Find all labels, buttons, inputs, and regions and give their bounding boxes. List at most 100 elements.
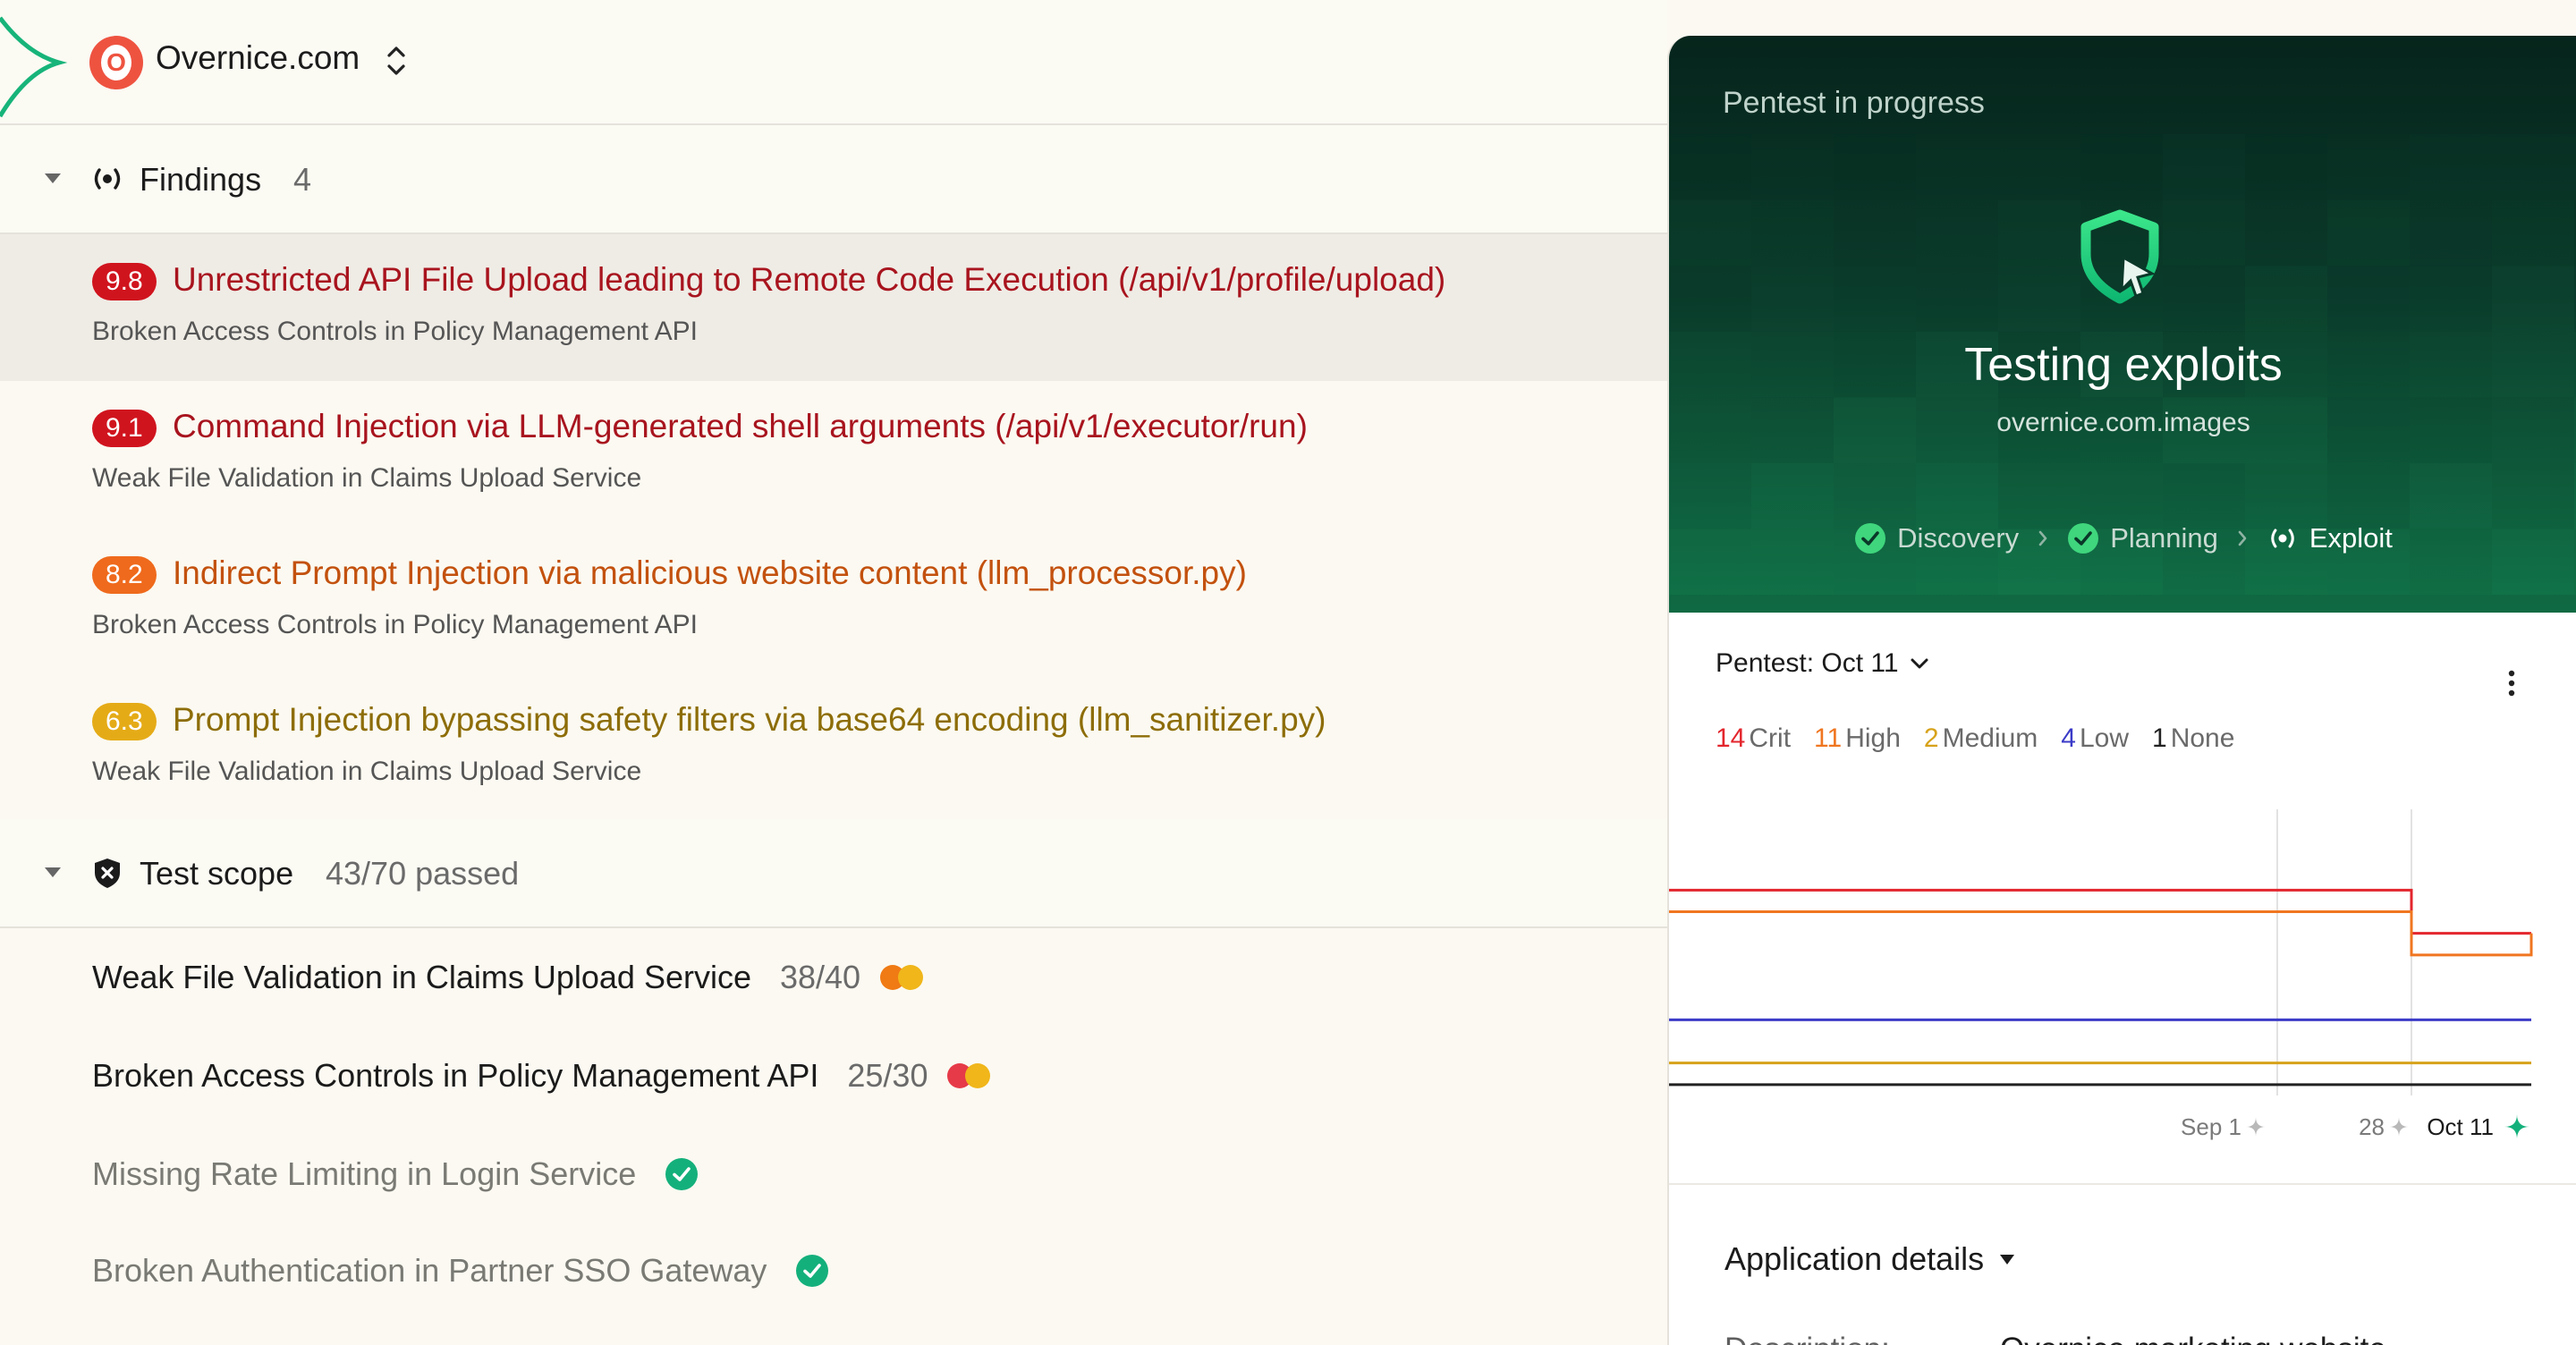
scope-item[interactable]: Missing Rate Limiting in Login Service <box>92 1152 699 1197</box>
severity-score-badge: 8.2 <box>92 556 157 594</box>
application-details-toggle[interactable]: Application details <box>1724 1240 2015 1278</box>
scope-item[interactable]: Broken Authentication in Partner SSO Gat… <box>92 1248 829 1293</box>
legend-count: 2 <box>1923 723 1939 753</box>
pattern-tile <box>1669 463 1751 529</box>
findings-count: 4 <box>293 161 312 198</box>
findings-chart-card: Sep 1 28 Oct 11 Pentest: Oct 11 14 Crit 11 Hi… <box>1669 613 2576 1185</box>
collapse-caret-icon[interactable] <box>45 173 61 183</box>
pentest-hero: Pentest in progress Testing exploits ove… <box>1669 36 2576 613</box>
finding-subtitle: Weak File Validation in Claims Upload Se… <box>92 757 642 786</box>
severity-score-badge: 6.3 <box>92 703 157 740</box>
finding-row[interactable]: 9.8 Unrestricted API File Upload leading … <box>0 234 1667 381</box>
left-pane: O Overnice.com Findings 4 9.8 Unrestricte… <box>0 0 1667 1345</box>
legend-label: Medium <box>1942 723 2038 753</box>
finding-title[interactable]: Prompt Injection bypassing safety filter… <box>173 701 1326 739</box>
legend-label: Low <box>2079 723 2130 753</box>
finding-row[interactable]: 8.2 Indirect Prompt Injection via malicio… <box>0 528 1667 674</box>
check-circle-icon <box>796 1255 829 1287</box>
pattern-tile <box>2327 200 2410 266</box>
pentest-marker[interactable] <box>2504 1114 2529 1139</box>
pattern-tile <box>1916 200 1998 266</box>
pattern-tile <box>2080 463 2163 529</box>
shield-x-icon <box>95 859 120 888</box>
legend-label: None <box>2170 723 2235 753</box>
application-details-title: Application details <box>1724 1240 1985 1277</box>
chevron-right-icon <box>2038 530 2047 546</box>
check-circle-icon <box>1855 523 1886 554</box>
legend-item-medium[interactable]: 2 Medium <box>1924 723 2038 754</box>
findings-title: Findings <box>140 161 262 198</box>
pattern-tile <box>1751 463 1834 529</box>
check-circle-icon <box>665 1158 699 1190</box>
pattern-tile <box>1751 266 1834 332</box>
scope-item[interactable]: Broken Access Controls in Policy Managem… <box>92 1053 994 1098</box>
pentest-marker[interactable] <box>2246 1117 2266 1137</box>
pattern-tile <box>2327 463 2410 529</box>
scope-header[interactable]: Test scope 43/70 passed <box>0 819 1667 928</box>
severity-dots <box>947 1063 994 1088</box>
pattern-tile <box>2245 134 2327 200</box>
severity-dots <box>880 965 927 990</box>
legend-label: Crit <box>1749 723 1792 753</box>
step-discovery: Discovery <box>1854 522 2019 554</box>
legend-item-crit[interactable]: 14 Crit <box>1716 723 1791 754</box>
application-details: Application details Description: Overnic… <box>1669 1185 2576 1345</box>
finding-row[interactable]: 6.3 Prompt Injection bypassing safety fil… <box>0 674 1667 821</box>
pattern-tile <box>1751 134 1834 200</box>
scope-item-name: Missing Rate Limiting in Login Service <box>92 1155 637 1192</box>
finding-title[interactable]: Command Injection via LLM-generated shel… <box>173 408 1308 445</box>
pattern-tile <box>2492 134 2574 200</box>
pattern-tile <box>1834 200 1916 266</box>
collapse-caret-icon[interactable] <box>45 867 61 877</box>
brand-swoosh-icon <box>0 16 68 118</box>
pentest-selector[interactable]: Pentest: Oct 11 <box>1716 648 1929 679</box>
chevron-down-icon <box>1911 658 1928 669</box>
scope-item[interactable]: Weak File Validation in Claims Upload Se… <box>92 955 927 1000</box>
pattern-tile <box>1916 463 1998 529</box>
legend-count: 14 <box>1716 723 1746 753</box>
pattern-tile <box>1834 463 1916 529</box>
pattern-tile <box>2163 200 2245 266</box>
scope-item-score: 38/40 <box>779 959 861 995</box>
pattern-tile <box>2163 134 2245 200</box>
finding-row[interactable]: 9.1 Command Injection via LLM-generated s… <box>0 381 1667 528</box>
pattern-tile <box>1669 200 1751 266</box>
pattern-tile <box>1998 266 2080 332</box>
legend-count: 11 <box>1814 723 1843 753</box>
pattern-tile <box>1916 134 1998 200</box>
pattern-tile <box>2410 463 2492 529</box>
pentest-title: Testing exploits <box>1964 339 2283 391</box>
pattern-tile <box>2492 266 2574 332</box>
pattern-tile <box>2245 200 2327 266</box>
chevron-right-icon <box>2238 530 2247 546</box>
step-exploit: Exploit <box>2267 522 2393 554</box>
chevron-up-down-icon[interactable] <box>383 43 410 79</box>
pentest-marker[interactable] <box>2389 1117 2409 1137</box>
legend-item-high[interactable]: 11 High <box>1814 723 1901 754</box>
org-name[interactable]: Overnice.com <box>156 39 360 77</box>
pentest-status: Pentest in progress <box>1723 86 1985 120</box>
org-header: O Overnice.com <box>0 0 1667 125</box>
pattern-tile <box>1669 134 1751 200</box>
pentest-stepper: Discovery Planning Exploit <box>1669 522 2576 554</box>
pattern-tile <box>1669 266 1751 332</box>
more-options-icon[interactable] <box>2508 670 2515 697</box>
x-tick-label: Oct 11 <box>2427 1113 2494 1140</box>
severity-score-badge: 9.1 <box>92 410 157 447</box>
legend-item-low[interactable]: 4 Low <box>2061 723 2129 754</box>
pattern-tile <box>2410 266 2492 332</box>
pentest-panel: Pentest in progress Testing exploits ove… <box>1667 36 2576 1345</box>
pattern-tile <box>2163 463 2245 529</box>
findings-header[interactable]: Findings 4 <box>0 125 1667 234</box>
pattern-tile <box>2245 463 2327 529</box>
caret-down-icon <box>2000 1254 2015 1265</box>
pattern-tile <box>1998 463 2080 529</box>
org-logo[interactable]: O <box>89 36 143 89</box>
finding-title[interactable]: Indirect Prompt Injection via malicious … <box>173 554 1247 592</box>
finding-subtitle: Broken Access Controls in Policy Managem… <box>92 610 698 639</box>
pattern-tile <box>2080 134 2163 200</box>
severity-legend: 14 Crit 11 High 2 Medium 4 Low 1 None <box>1716 723 2258 754</box>
finding-title[interactable]: Unrestricted API File Upload leading to … <box>173 261 1445 299</box>
legend-item-none[interactable]: 1 None <box>2152 723 2234 754</box>
description-value: Overnice marketing website <box>2000 1332 2386 1345</box>
